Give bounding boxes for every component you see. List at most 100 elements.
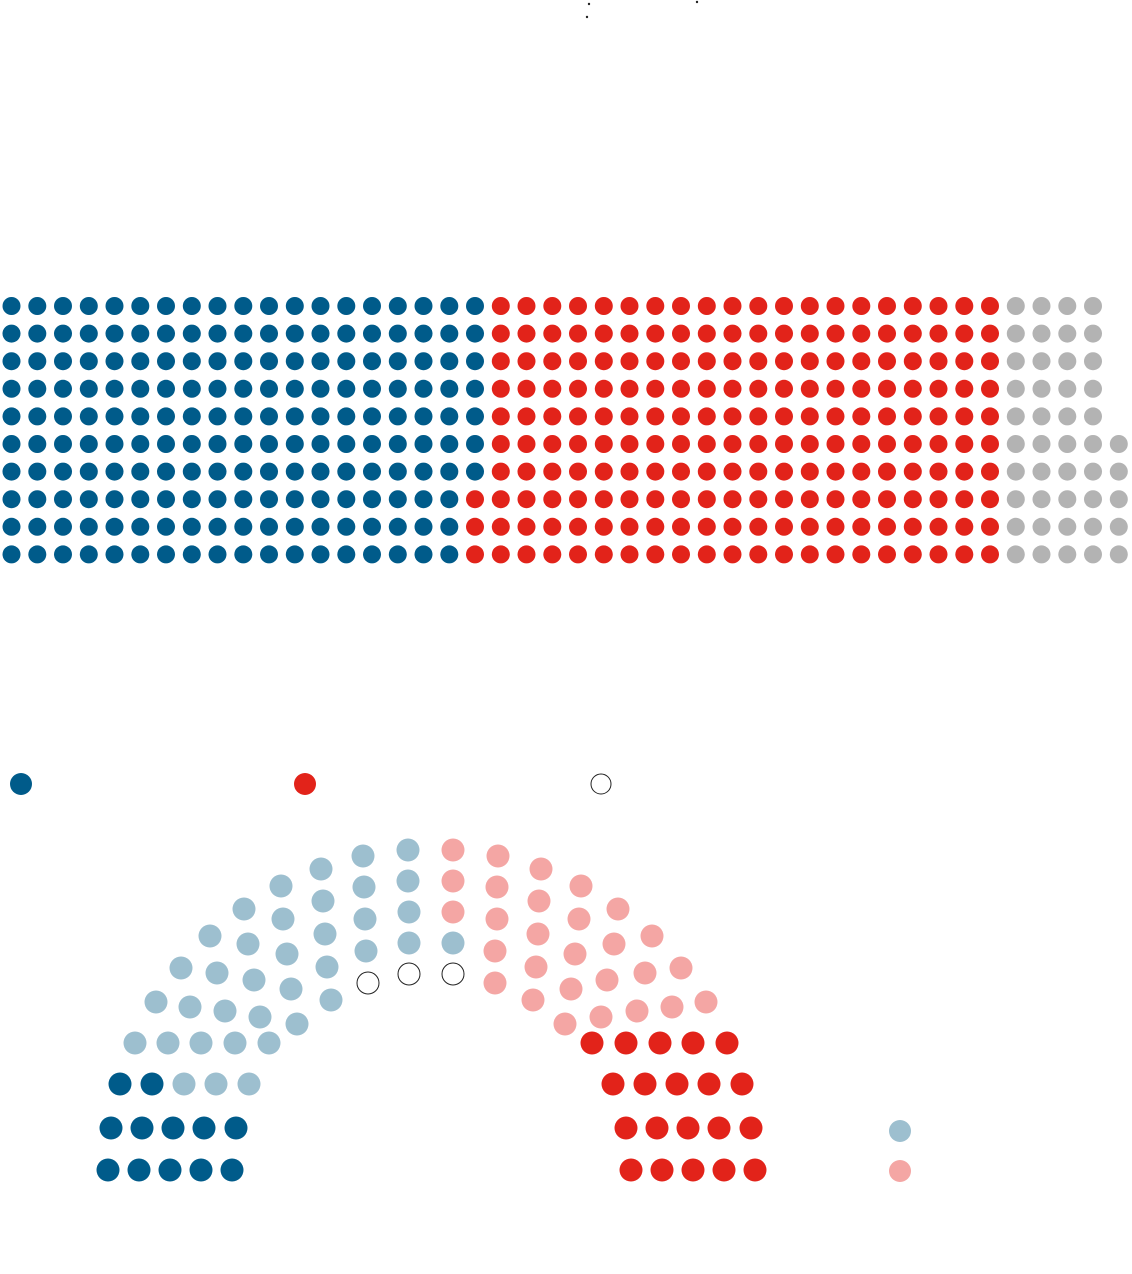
republican-seat-dot bbox=[826, 462, 845, 481]
democrat-seat-dot bbox=[108, 1072, 132, 1096]
democrat-seat-dot bbox=[28, 462, 47, 481]
republican-light-seat-dot bbox=[633, 961, 657, 985]
other-seat-dot bbox=[1109, 490, 1128, 509]
vacant-seat-icon bbox=[441, 962, 465, 986]
republican-seat-dot bbox=[878, 324, 896, 343]
republican-seat-dot bbox=[543, 297, 562, 315]
republican-seat-dot bbox=[672, 324, 690, 343]
democrat-seat-dot bbox=[260, 352, 278, 371]
democrat-seat-dot bbox=[285, 490, 304, 509]
republican-seat-dot bbox=[646, 407, 665, 426]
democrat-seat-dot bbox=[260, 324, 278, 343]
democrat-seat-dot bbox=[414, 297, 433, 315]
republican-light-seat-dot bbox=[640, 924, 664, 948]
democrat-seat-dot bbox=[2, 490, 21, 509]
republican-seat-dot bbox=[594, 517, 613, 536]
republican-seat-dot bbox=[852, 435, 871, 453]
democrat-seat-dot bbox=[466, 407, 484, 426]
democrat-light-seat-dot bbox=[285, 1012, 309, 1036]
republican-seat-dot bbox=[826, 297, 845, 315]
republican-seat-dot bbox=[491, 517, 510, 536]
democrat-seat-dot bbox=[260, 490, 278, 509]
democrat-seat-dot bbox=[140, 1072, 164, 1096]
republican-light-seat-dot bbox=[441, 900, 465, 924]
democrat-seat-dot bbox=[131, 407, 150, 426]
republican-seat-dot bbox=[594, 462, 613, 481]
democrat-seat-dot bbox=[260, 379, 278, 398]
top-mark bbox=[695, 0, 699, 4]
republican-seat-dot bbox=[672, 517, 690, 536]
republican-seat-dot bbox=[580, 1031, 604, 1055]
republican-seat-dot bbox=[730, 1072, 754, 1096]
democrat-light-seat-dot bbox=[397, 931, 421, 955]
democrat-light-seat-dot bbox=[169, 956, 193, 980]
democrat-seat-dot bbox=[157, 379, 175, 398]
republican-seat-dot bbox=[594, 324, 613, 343]
republican-seat-dot bbox=[800, 352, 819, 371]
democrat-light-seat-dot bbox=[279, 977, 303, 1001]
republican-seat-dot bbox=[697, 517, 716, 536]
democrat-seat-dot bbox=[157, 407, 175, 426]
democrat-seat-dot bbox=[28, 545, 47, 564]
democrat-seat-dot bbox=[28, 324, 47, 343]
other-seat-dot bbox=[1006, 490, 1025, 509]
democrat-seat-dot bbox=[105, 462, 124, 481]
republican-seat-dot bbox=[800, 297, 819, 315]
republican-seat-dot bbox=[775, 490, 793, 509]
democrat-seat-dot bbox=[2, 352, 21, 371]
other-seat-dot bbox=[1032, 352, 1051, 371]
other-seat-dot bbox=[1032, 379, 1051, 398]
democrat-seat-dot bbox=[28, 517, 47, 536]
democrat-seat-dot bbox=[182, 517, 201, 536]
democrat-seat-dot bbox=[131, 297, 150, 315]
other-seat-dot bbox=[1084, 517, 1102, 536]
republican-light-seat-dot bbox=[485, 907, 509, 931]
democrat-seat-dot bbox=[285, 545, 304, 564]
democrat-seat-dot bbox=[311, 462, 330, 481]
democrat-seat-dot bbox=[234, 297, 253, 315]
republican-seat-dot bbox=[743, 1158, 767, 1182]
republican-seat-dot bbox=[491, 490, 510, 509]
republican-seat-dot bbox=[614, 1116, 638, 1140]
democrat-seat-dot bbox=[440, 517, 459, 536]
democrat-seat-dot bbox=[105, 545, 124, 564]
democrat-seat-dot bbox=[158, 1158, 182, 1182]
republican-seat-dot bbox=[852, 545, 871, 564]
democrat-seat-dot bbox=[208, 517, 227, 536]
republican-light-seat-dot bbox=[563, 942, 587, 966]
democrat-seat-dot bbox=[182, 462, 201, 481]
other-seat-dot bbox=[1058, 324, 1077, 343]
other-seat-dot bbox=[1058, 297, 1077, 315]
democrat-seat-dot bbox=[182, 545, 201, 564]
democrat-seat-dot bbox=[363, 324, 381, 343]
democrat-seat-dot bbox=[28, 352, 47, 371]
republican-seat-dot bbox=[620, 462, 639, 481]
democrat-light-seat-dot bbox=[172, 1072, 196, 1096]
republican-seat-dot bbox=[826, 352, 845, 371]
democrat-light-seat-dot bbox=[257, 1031, 281, 1055]
democrat-seat-dot bbox=[337, 517, 356, 536]
republican-seat-dot bbox=[594, 435, 613, 453]
democrat-seat-dot bbox=[337, 407, 356, 426]
republican-seat-dot bbox=[646, 352, 665, 371]
democrat-seat-dot bbox=[131, 379, 150, 398]
democrat-seat-dot bbox=[182, 379, 201, 398]
democrat-seat-dot bbox=[440, 545, 459, 564]
republican-seat-dot bbox=[981, 352, 999, 371]
republican-seat-dot bbox=[646, 462, 665, 481]
democrat-seat-dot bbox=[79, 407, 98, 426]
republican-light-seat-dot bbox=[483, 971, 507, 995]
democrat-light-seat-dot bbox=[248, 1005, 272, 1029]
democrat-seat-dot bbox=[28, 490, 47, 509]
other-seat-dot bbox=[1084, 545, 1102, 564]
republican-seat-dot bbox=[569, 324, 587, 343]
democrat-seat-dot bbox=[2, 297, 21, 315]
democrat-seat-dot bbox=[337, 324, 356, 343]
republican-seat-dot bbox=[594, 407, 613, 426]
republican-light-seat-dot bbox=[441, 869, 465, 893]
other-seat-dot bbox=[1084, 435, 1102, 453]
republican-seat-dot bbox=[955, 407, 974, 426]
republican-seat-dot bbox=[775, 297, 793, 315]
republican-seat-dot bbox=[620, 352, 639, 371]
other-seat-dot bbox=[1006, 352, 1025, 371]
